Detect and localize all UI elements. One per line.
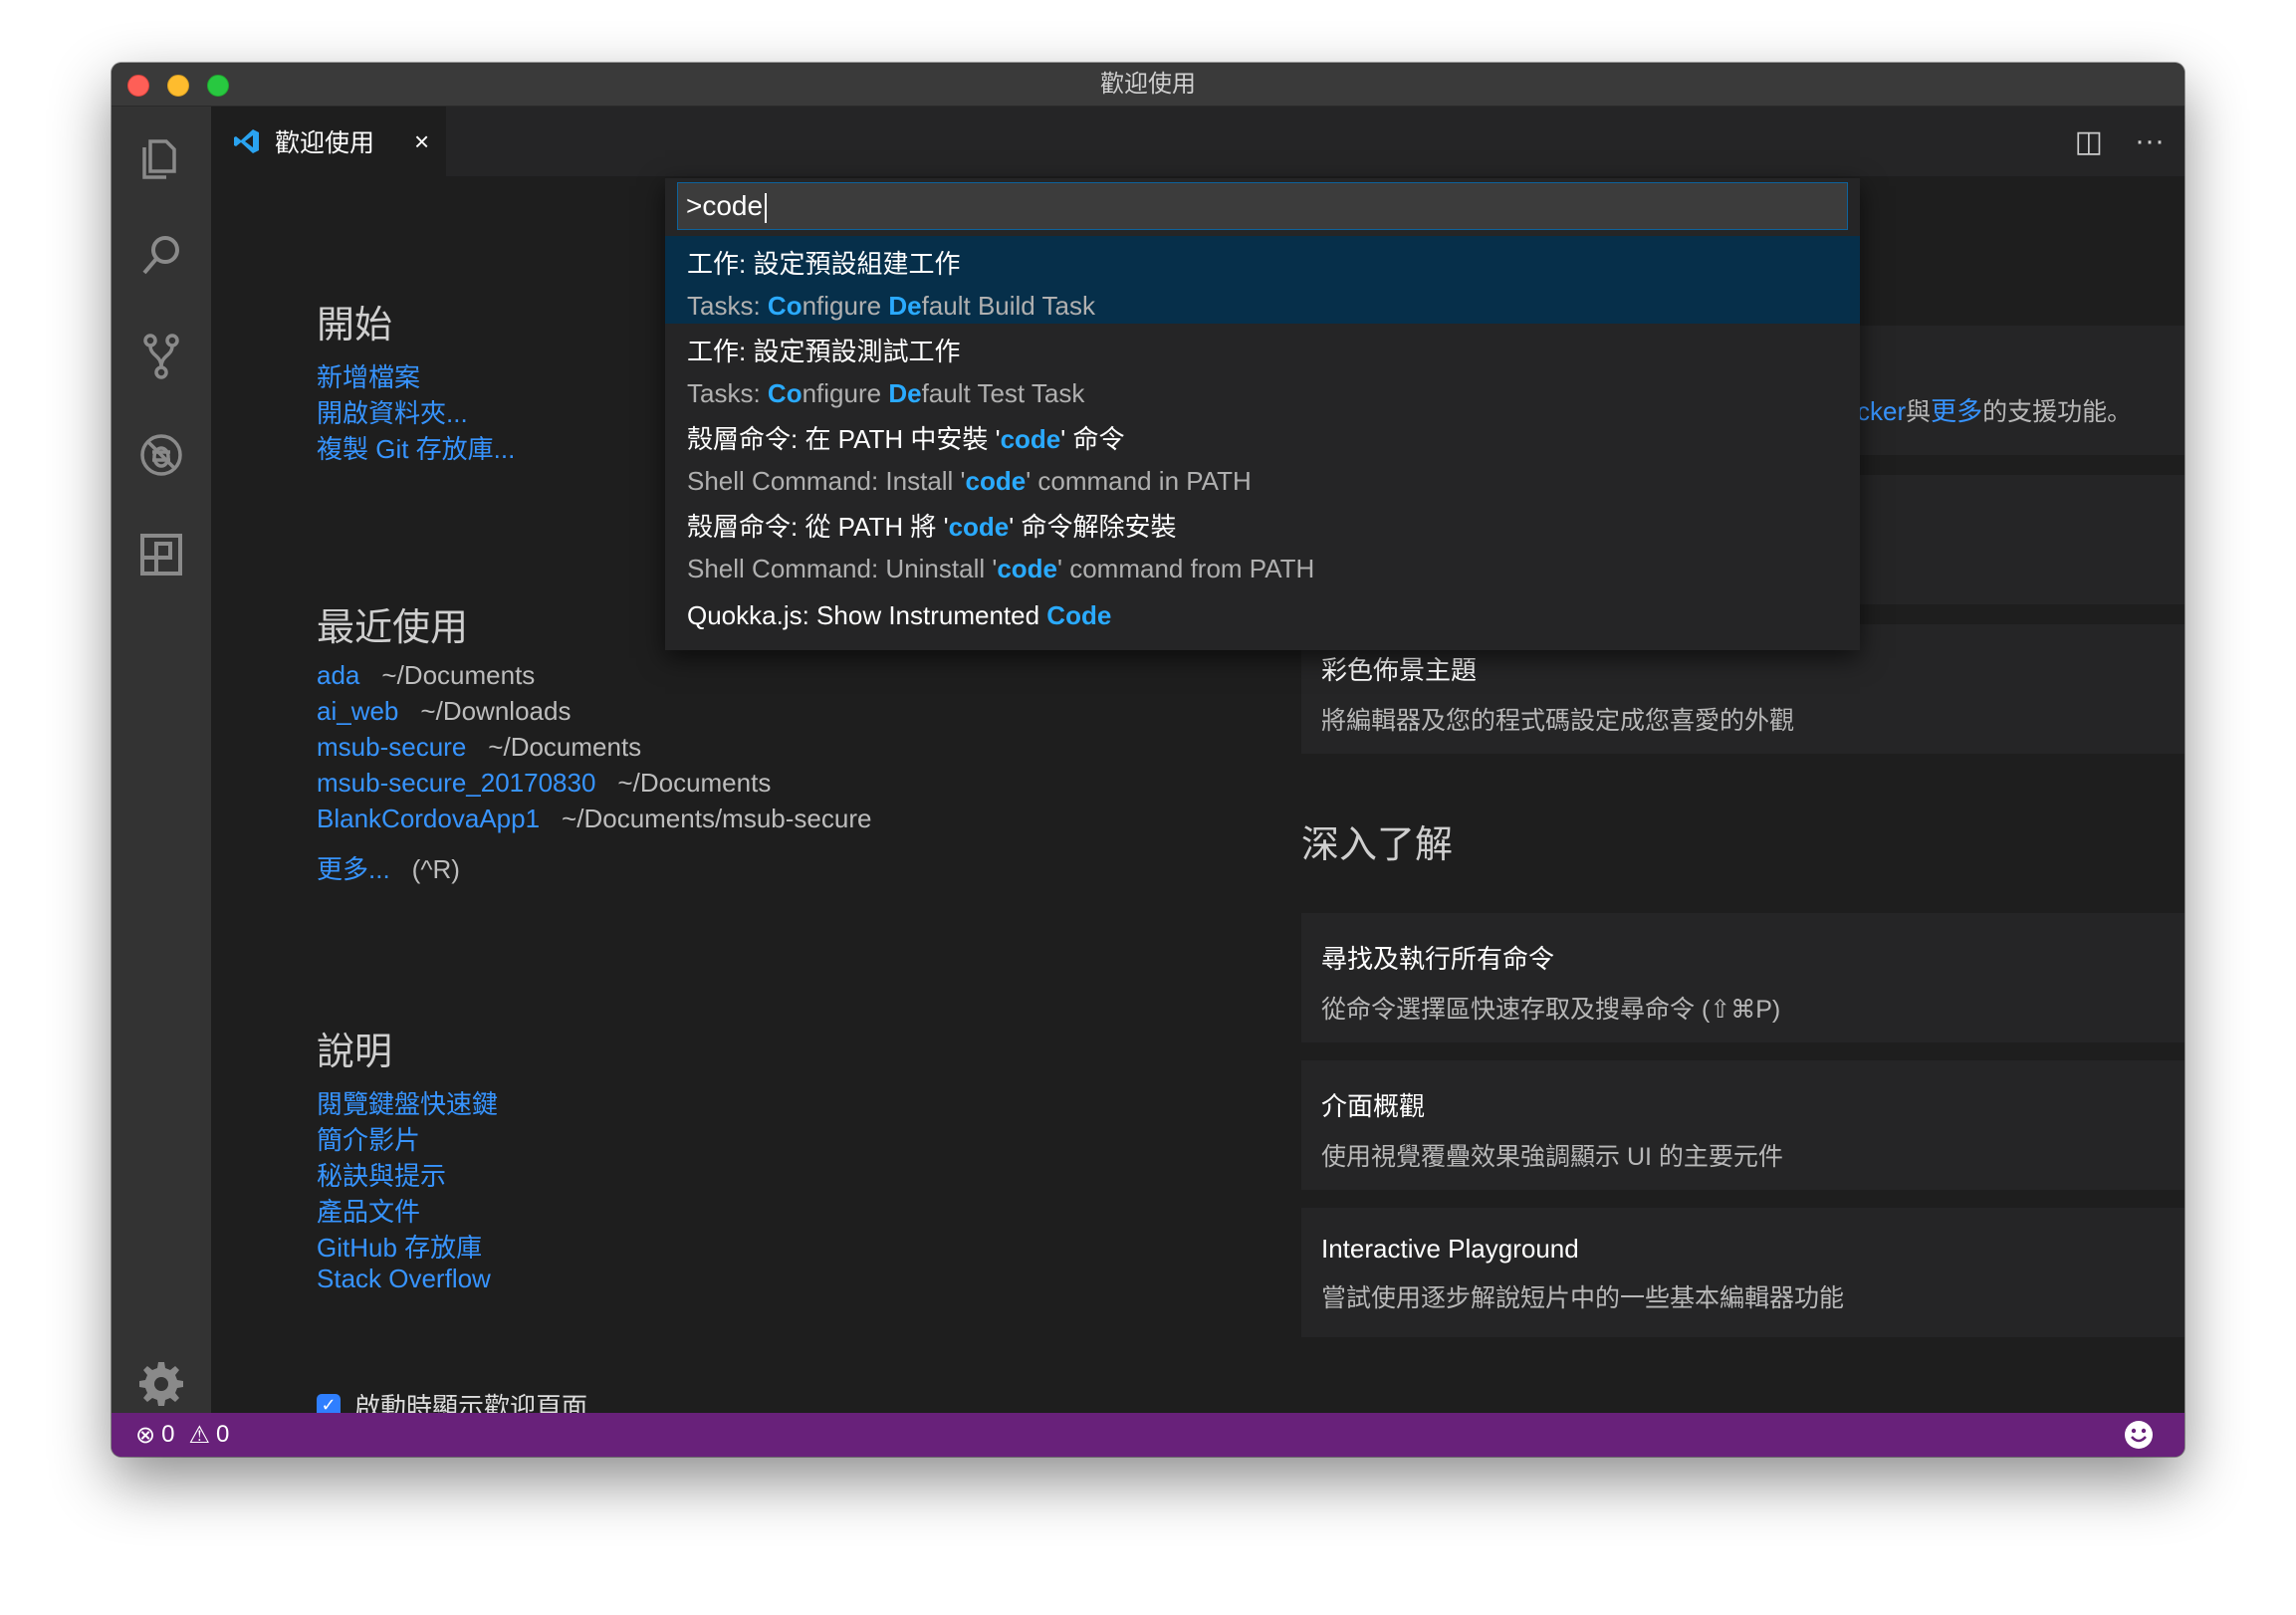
recent-item-path: ~/Downloads (420, 696, 572, 726)
problems-errors[interactable]: ⊗ 0 (135, 1421, 174, 1450)
more-support-link[interactable]: 更多 (1931, 396, 1982, 426)
activity-bar (112, 107, 211, 1413)
window-title: 歡迎使用 (1100, 71, 1196, 98)
github-repo-link[interactable]: GitHub 存放庫 (317, 1228, 482, 1265)
command-palette-card[interactable]: 尋找及執行所有命令 從命令選擇區快速存取及搜尋命令 (⇧⌘P) (1301, 913, 2184, 1042)
recent-item-path: ~/Documents/msub-secure (562, 804, 872, 833)
interface-overview-card[interactable]: 介面概觀 使用視覺覆疊效果強調顯示 UI 的主要元件 (1301, 1060, 2184, 1190)
vscode-logo-icon (234, 129, 259, 153)
customize-tools-desc: cker與更多的支援功能。 (1857, 396, 2133, 426)
interactive-playground-card[interactable]: Interactive Playground 嘗試使用逐步解說短片中的一些基本編… (1301, 1208, 2184, 1337)
command-detail: Tasks: Configure Default Test Task (687, 378, 1085, 408)
recent-item-name[interactable]: msub-secure (317, 732, 466, 762)
command-label: Quokka.js: Show Instrumented Code (687, 600, 1112, 630)
editor-actions: ◫ ··· (2075, 107, 2165, 176)
keyboard-shortcuts-link[interactable]: 閱覽鍵盤快速鍵 (317, 1084, 498, 1121)
vscode-window: 歡迎使用 歡迎使用 × ◫ ··· 開始 新增檔案 開啟資料夾... 複製 Gi… (112, 63, 2184, 1457)
command-item[interactable]: 殼層命令: 在 PATH 中安裝 'code' 命令 Shell Command… (665, 411, 1860, 499)
recent-item-name[interactable]: msub-secure_20170830 (317, 768, 595, 798)
recent-more-shortcut: (^R) (411, 854, 460, 884)
recent-item[interactable]: ai_web ~/Downloads (317, 696, 571, 727)
recent-item-path: ~/Documents (381, 660, 536, 690)
command-item[interactable]: 殼層命令: 從 PATH 將 'code' 命令解除安裝 Shell Comma… (665, 499, 1860, 586)
tab-welcome[interactable]: 歡迎使用 × (211, 107, 446, 176)
recent-item[interactable]: msub-secure_20170830 ~/Documents (317, 768, 771, 799)
product-docs-link[interactable]: 產品文件 (317, 1192, 420, 1229)
status-bar: ⊗ 0 ⚠ 0 (112, 1413, 2184, 1457)
tab-label: 歡迎使用 (275, 129, 375, 157)
recent-item-name[interactable]: BlankCordovaApp1 (317, 804, 540, 833)
problems-warnings[interactable]: ⚠ 0 (188, 1421, 229, 1450)
command-item[interactable]: 工作: 設定預設組建工作 Tasks: Configure Default Bu… (665, 236, 1860, 324)
split-editor-icon[interactable]: ◫ (2075, 124, 2103, 159)
source-control-icon[interactable] (131, 326, 191, 385)
command-palette: >code 工作: 設定預設組建工作 Tasks: Configure Defa… (665, 178, 1860, 650)
color-theme-desc: 將編輯器及您的程式碼設定成您喜愛的外觀 (1321, 707, 1795, 735)
recent-item-path: ~/Documents (488, 732, 642, 762)
recent-item[interactable]: msub-secure ~/Documents (317, 732, 641, 763)
recent-item-path: ~/Documents (617, 768, 772, 798)
card-desc: 嘗試使用逐步解說短片中的一些基本編輯器功能 (1321, 1284, 1845, 1312)
debug-icon[interactable] (131, 425, 191, 485)
card-desc: 使用視覺覆疊效果強調顯示 UI 的主要元件 (1321, 1143, 1783, 1171)
explorer-icon[interactable] (131, 126, 191, 186)
recent-item-name[interactable]: ada (317, 660, 359, 690)
new-file-link[interactable]: 新增檔案 (317, 357, 420, 394)
tips-tricks-link[interactable]: 秘訣與提示 (317, 1156, 446, 1193)
recent-item-name[interactable]: ai_web (317, 696, 398, 726)
recent-heading: 最近使用 (317, 607, 469, 649)
clone-git-repo-link[interactable]: 複製 Git 存放庫... (317, 429, 515, 466)
more-actions-icon[interactable]: ··· (2135, 124, 2165, 158)
card-title: Interactive Playground (1321, 1234, 1579, 1264)
color-theme-title: 彩色佈景主題 (1321, 655, 1478, 685)
tab-close-button[interactable]: × (414, 126, 429, 157)
card-desc: 從命令選擇區快速存取及搜尋命令 (⇧⌘P) (1321, 996, 1781, 1024)
command-item[interactable]: Quokka.js: Show Instrumented Code (665, 588, 1860, 638)
settings-gear-icon[interactable] (131, 1353, 191, 1413)
warning-icon: ⚠ (188, 1421, 210, 1449)
recent-more-row: 更多... (^R) (317, 849, 460, 886)
card-title: 尋找及執行所有命令 (1321, 944, 1555, 974)
command-palette-input[interactable]: >code (677, 182, 1848, 230)
command-label: 工作: 設定預設測試工作 (687, 337, 961, 366)
stack-overflow-link[interactable]: Stack Overflow (317, 1264, 491, 1294)
command-label: 殼層命令: 在 PATH 中安裝 'code' 命令 (687, 424, 1125, 454)
tab-bar: 歡迎使用 × ◫ ··· (211, 107, 2184, 176)
command-label: 工作: 設定預設組建工作 (687, 249, 961, 279)
learn-heading: 深入了解 (1301, 824, 1454, 866)
command-detail: Shell Command: Uninstall 'code' command … (687, 554, 1315, 583)
docker-link[interactable]: cker (1857, 396, 1906, 426)
feedback-smiley-icon[interactable] (2123, 1419, 2155, 1451)
recent-more-link[interactable]: 更多... (317, 854, 390, 884)
extensions-icon[interactable] (131, 525, 191, 584)
recent-item[interactable]: BlankCordovaApp1 ~/Documents/msub-secure (317, 804, 871, 834)
command-detail: Shell Command: Install 'code' command in… (687, 466, 1252, 496)
search-icon[interactable] (131, 226, 191, 286)
command-item[interactable]: 工作: 設定預設測試工作 Tasks: Configure Default Te… (665, 324, 1860, 411)
command-detail: Tasks: Configure Default Build Task (687, 291, 1095, 321)
help-heading: 說明 (317, 1032, 393, 1073)
intro-videos-link[interactable]: 簡介影片 (317, 1120, 420, 1157)
command-label: 殼層命令: 從 PATH 將 'code' 命令解除安裝 (687, 512, 1177, 542)
title-bar: 歡迎使用 (112, 63, 2184, 107)
text-caret (765, 192, 768, 223)
start-heading: 開始 (317, 305, 393, 346)
open-folder-link[interactable]: 開啟資料夾... (317, 393, 468, 430)
card-title: 介面概觀 (1321, 1091, 1426, 1121)
recent-item[interactable]: ada ~/Documents (317, 660, 535, 691)
error-icon: ⊗ (135, 1421, 156, 1449)
